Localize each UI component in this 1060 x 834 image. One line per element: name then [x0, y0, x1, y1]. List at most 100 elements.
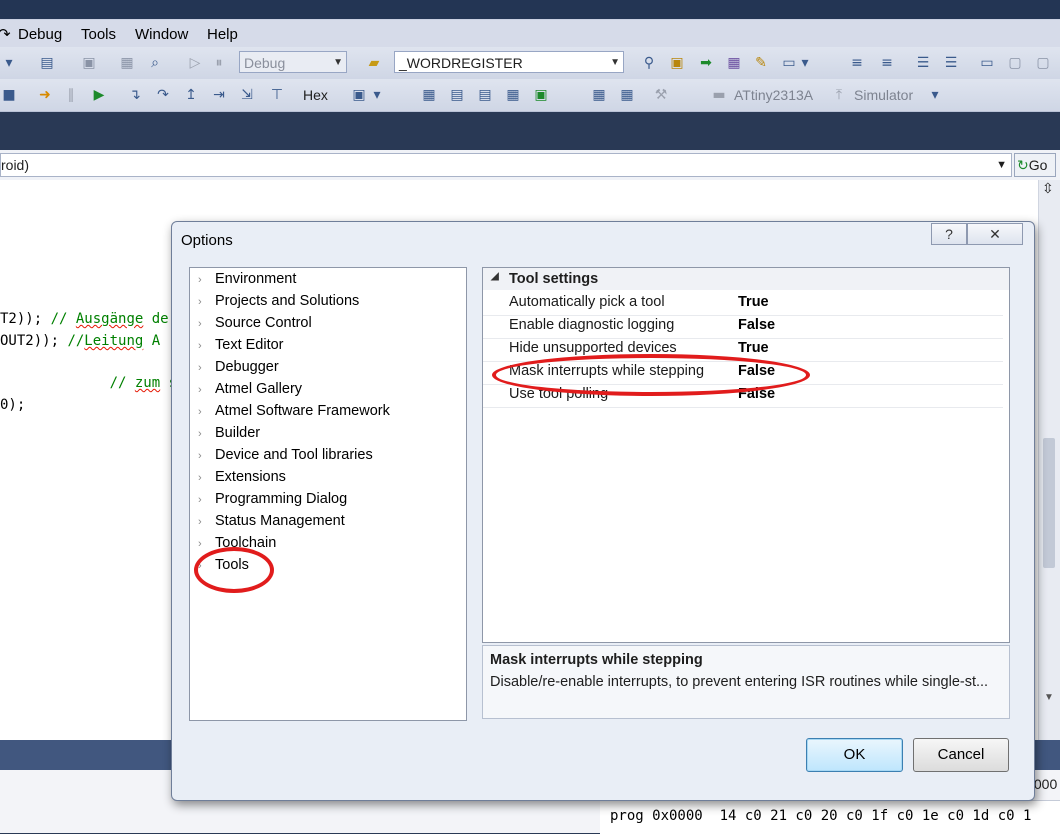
io-view-icon[interactable]: ▦ — [504, 86, 522, 104]
tree-item-environment[interactable]: › Environment — [198, 271, 296, 287]
property-grid[interactable]: ◢ Tool settings Automatically pick a too… — [482, 267, 1010, 643]
expand-chevron-icon[interactable]: › — [198, 450, 215, 462]
cancel-button[interactable]: Cancel — [913, 738, 1009, 772]
expand-chevron-icon[interactable]: › — [198, 538, 215, 550]
program-device-icon[interactable]: ➡ — [697, 54, 715, 72]
expand-chevron-icon[interactable]: › — [198, 296, 215, 308]
tree-item-source-control[interactable]: › Source Control — [198, 315, 312, 331]
expand-chevron-icon[interactable]: › — [198, 274, 215, 286]
wizard-icon[interactable]: ✎ — [752, 54, 770, 72]
tool-label[interactable]: Simulator — [854, 87, 913, 103]
outdent-icon[interactable]: ≡ — [878, 54, 896, 72]
collapse-triangle-icon[interactable]: ◢ — [491, 271, 499, 282]
stop-icon[interactable]: ■ — [0, 86, 18, 104]
expand-chevron-icon[interactable]: › — [198, 340, 215, 352]
annotation-circle-tools — [194, 547, 274, 593]
ok-button[interactable]: OK — [806, 738, 903, 772]
undo-dropdown-icon[interactable]: ▾ — [0, 54, 18, 72]
window-title-strip — [0, 0, 1060, 19]
break-all-icon[interactable]: ⏸ — [210, 54, 228, 72]
save-icon[interactable]: ▤ — [38, 54, 56, 72]
show-next-statement-icon[interactable]: ➜ — [36, 86, 54, 104]
continue-icon[interactable]: ▶ — [90, 86, 108, 104]
solution-config-combo[interactable]: Debug ▼ — [239, 51, 347, 73]
step-top-icon[interactable]: ⊤ — [268, 86, 286, 104]
reset-icon[interactable]: ⇲ — [238, 86, 256, 104]
open-folder-icon[interactable]: ▰ — [365, 54, 383, 72]
properties-icon[interactable]: ▦ — [725, 54, 743, 72]
expand-chevron-icon[interactable]: › — [198, 516, 215, 528]
property-category[interactable]: ◢ Tool settings — [483, 268, 1009, 290]
menu-help[interactable]: Help — [207, 26, 238, 43]
tree-item-debugger[interactable]: › Debugger — [198, 359, 279, 375]
solution-explorer-icon[interactable]: ▣ — [668, 54, 686, 72]
editor-vertical-scrollbar[interactable]: ⇳ ▼ — [1038, 180, 1060, 740]
find-combo[interactable]: _WORDREGISTER ▼ — [394, 51, 624, 73]
tree-item-extensions[interactable]: › Extensions — [198, 469, 286, 485]
pause-icon[interactable]: ∥ — [62, 86, 80, 104]
property-row[interactable]: Automatically pick a tool True — [483, 292, 1003, 316]
tree-item-text-editor[interactable]: › Text Editor — [198, 337, 284, 353]
help-button[interactable]: ? — [931, 223, 967, 245]
chip-icon[interactable]: ▦ — [618, 86, 636, 104]
chevron-down-icon[interactable]: ▾ — [372, 86, 382, 104]
indent-icon[interactable]: ≡ — [848, 54, 866, 72]
registers-icon[interactable]: ▤ — [448, 86, 466, 104]
comment-icon[interactable]: ☰ — [914, 54, 932, 72]
property-value[interactable]: True — [738, 340, 769, 356]
run-to-cursor-icon[interactable]: ⇥ — [210, 86, 228, 104]
expand-chevron-icon[interactable]: › — [198, 406, 215, 418]
options-tree[interactable]: › Environment › Projects and Solutions › Sour… — [189, 267, 467, 721]
tree-item-projects-and-solutions[interactable]: › Projects and Solutions — [198, 293, 359, 309]
scrollbar-thumb[interactable] — [1043, 438, 1055, 568]
step-out-icon[interactable]: ↥ — [182, 86, 200, 104]
property-row[interactable]: Enable diagnostic logging False — [483, 315, 1003, 339]
expand-chevron-icon[interactable]: › — [198, 472, 215, 484]
comment-bubble2-icon[interactable]: ▢ — [1034, 54, 1052, 72]
menu-window[interactable]: Window — [135, 26, 188, 43]
start-debug-icon[interactable]: ▷ — [186, 54, 204, 72]
processor-view-icon[interactable]: ▣ — [532, 86, 550, 104]
watch-icon[interactable]: ▦ — [420, 86, 438, 104]
tree-item-status-management[interactable]: › Status Management — [198, 513, 345, 529]
window-icon[interactable]: ▭ — [978, 54, 996, 72]
tree-item-programming-dialog[interactable]: › Programming Dialog — [198, 491, 347, 507]
tree-item-atmel-gallery[interactable]: › Atmel Gallery — [198, 381, 302, 397]
expand-chevron-icon[interactable]: › — [198, 362, 215, 374]
menu-tools[interactable]: Tools — [81, 26, 116, 43]
scroll-down-icon[interactable]: ▼ — [1044, 692, 1054, 703]
tree-item-device-and-tool-libraries[interactable]: › Device and Tool libraries — [198, 447, 373, 463]
hex-toggle-button[interactable]: Hex — [303, 87, 328, 103]
save-all-icon[interactable]: ▣ — [80, 54, 98, 72]
menu-debug[interactable]: Debug — [18, 26, 62, 43]
cpu-icon[interactable]: ▦ — [590, 86, 608, 104]
comment-bubble-icon[interactable]: ▢ — [1006, 54, 1024, 72]
expand-chevron-icon[interactable]: › — [198, 384, 215, 396]
step-over-icon[interactable]: ↷ — [154, 86, 172, 104]
debug-windows-icon[interactable]: ▣ — [350, 86, 368, 104]
expand-chevron-icon[interactable]: › — [198, 494, 215, 506]
close-button[interactable]: ✕ — [967, 223, 1023, 245]
property-value[interactable]: False — [738, 317, 775, 333]
expand-chevron-icon[interactable]: › — [198, 428, 215, 440]
tree-item-atmel-software-framework[interactable]: › Atmel Software Framework — [198, 403, 390, 419]
step-into-icon[interactable]: ↴ — [126, 86, 144, 104]
command-window-icon[interactable]: ▭ — [780, 54, 798, 72]
memory-icon[interactable]: ▤ — [476, 86, 494, 104]
breakpoint-window-icon[interactable]: ▦ — [118, 54, 136, 72]
chevron-down-icon[interactable]: ▾ — [930, 86, 940, 104]
chevron-down-icon[interactable]: ▾ — [800, 54, 810, 72]
device-programming-icon[interactable]: ⚒ — [652, 86, 670, 104]
go-button[interactable]: ↻Go — [1014, 153, 1056, 177]
tree-item-builder[interactable]: › Builder — [198, 425, 260, 441]
split-handle-icon[interactable]: ⇳ — [1042, 180, 1054, 197]
uncomment-icon[interactable]: ☰ — [942, 54, 960, 72]
member-navigation-combo[interactable]: roid) ▼ — [0, 153, 1012, 177]
expand-chevron-icon[interactable]: › — [198, 318, 215, 330]
property-value[interactable]: True — [738, 294, 769, 310]
redo-icon[interactable]: ↷ — [0, 25, 11, 43]
device-label[interactable]: ATtiny2313A — [734, 87, 813, 103]
find-icon[interactable]: ⌕ — [146, 54, 164, 72]
memory-view[interactable]: prog 0x0000 14 c0 21 c0 20 c0 1f c0 1e c… — [600, 800, 1060, 834]
find-in-files-icon[interactable]: ⚲ — [640, 54, 658, 72]
